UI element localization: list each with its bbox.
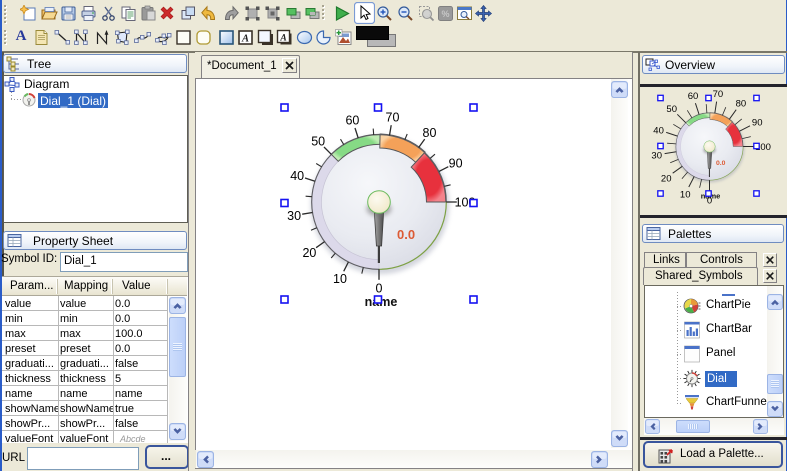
svg-text:70: 70 (386, 111, 400, 125)
svg-text:50: 50 (666, 104, 677, 115)
svg-text:30: 30 (651, 150, 662, 161)
svg-text:30: 30 (287, 209, 301, 223)
svg-text:50: 50 (311, 135, 325, 149)
svg-text:80: 80 (736, 99, 747, 110)
svg-text:80: 80 (423, 126, 437, 140)
svg-text:40: 40 (653, 125, 664, 136)
svg-text:60: 60 (345, 114, 359, 128)
svg-text:%: % (441, 9, 449, 19)
svg-text:20: 20 (302, 246, 316, 260)
svg-text:0.0: 0.0 (397, 227, 415, 242)
svg-text:A: A (279, 34, 286, 44)
svg-text:0.0: 0.0 (716, 160, 726, 167)
svg-text:A: A (241, 34, 249, 45)
svg-text:10: 10 (680, 190, 691, 201)
svg-text:70: 70 (713, 89, 724, 100)
svg-text:90: 90 (752, 118, 763, 129)
svg-text:60: 60 (688, 91, 699, 102)
svg-text:40: 40 (290, 169, 304, 183)
svg-text:90: 90 (449, 157, 463, 171)
svg-text:10: 10 (333, 272, 347, 286)
svg-text:0: 0 (376, 282, 383, 296)
svg-text:20: 20 (661, 173, 672, 184)
